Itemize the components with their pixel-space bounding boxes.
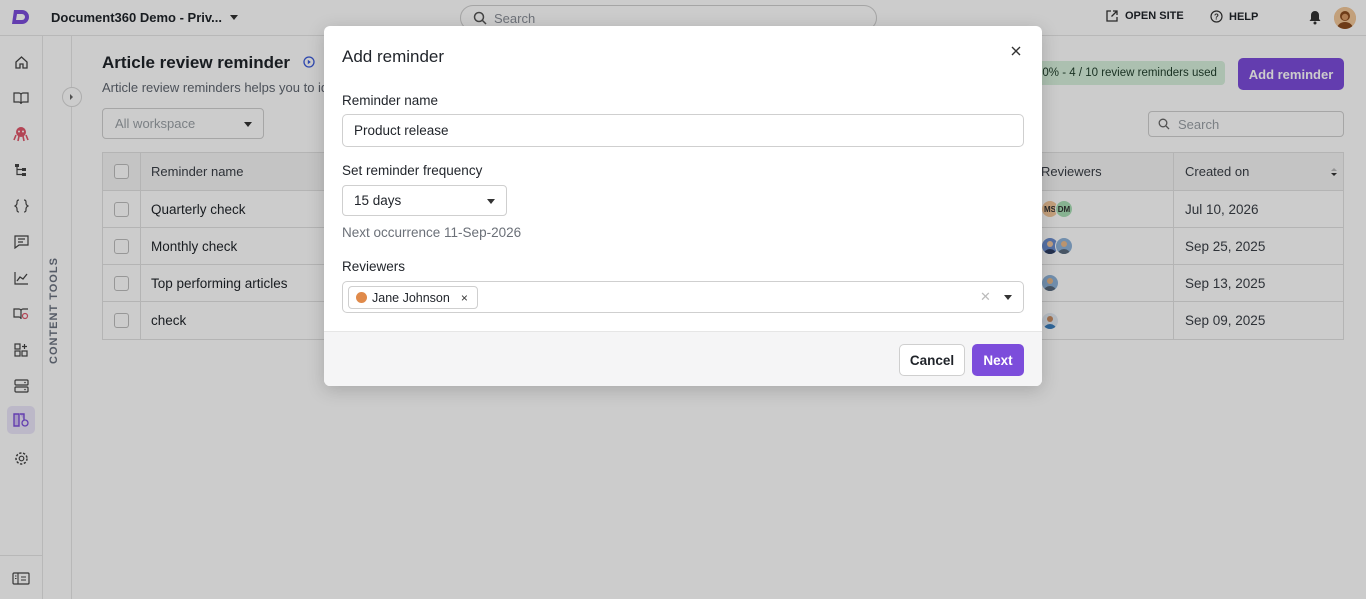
dialog-title: Add reminder — [342, 47, 445, 66]
close-icon — [1011, 46, 1021, 56]
reviewer-chip-label: Jane Johnson — [372, 290, 450, 305]
chevron-down-icon[interactable] — [1004, 295, 1012, 300]
reminder-name-label: Reminder name — [342, 93, 439, 108]
clear-selection-icon[interactable]: ✕ — [980, 289, 991, 305]
dialog-footer: Cancel Next — [324, 331, 1042, 386]
frequency-label: Set reminder frequency — [342, 163, 483, 178]
reviewers-label: Reviewers — [342, 259, 406, 274]
remove-chip-icon[interactable]: × — [461, 291, 468, 305]
reviewers-multiselect[interactable]: Jane Johnson × ✕ — [342, 281, 1024, 313]
chevron-down-icon — [487, 199, 495, 204]
next-button[interactable]: Next — [972, 344, 1024, 376]
reviewer-avatar — [356, 292, 367, 303]
add-reminder-dialog: Add reminder Reminder name Product relea… — [324, 26, 1042, 386]
reminder-name-value: Product release — [354, 123, 449, 138]
next-occurrence-text: Next occurrence 11-Sep-2026 — [342, 225, 522, 240]
reviewer-chip: Jane Johnson × — [348, 286, 478, 309]
frequency-value: 15 days — [354, 193, 402, 208]
close-button[interactable] — [1008, 43, 1024, 59]
reminder-name-input[interactable]: Product release — [342, 114, 1024, 147]
cancel-button[interactable]: Cancel — [899, 344, 965, 376]
frequency-select[interactable]: 15 days — [342, 185, 507, 216]
